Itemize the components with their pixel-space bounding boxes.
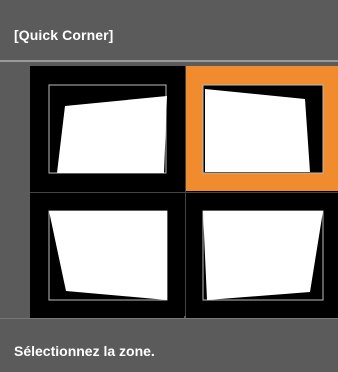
zone-bottom-right[interactable] [186,193,338,318]
keystone-preview-bottom-left-icon [48,210,168,301]
zone-top-right[interactable] [186,66,338,191]
instruction-text: Sélectionnez la zone. [14,343,155,359]
quick-corner-panel: [Quick Corner] Sélectionnez la zone. [0,0,338,372]
zone-top-left[interactable] [30,66,184,191]
grid-divider-vertical [185,66,186,316]
zone-bottom-left[interactable] [30,193,184,318]
keystone-preview-top-right-icon [202,84,324,174]
panel-title: [Quick Corner] [14,27,114,43]
zone-grid [30,66,338,318]
keystone-preview-top-left-icon [48,84,167,174]
grid-divider-horizontal [30,192,338,193]
footer-divider [0,318,338,319]
keystone-preview-bottom-right-icon [202,210,324,301]
title-divider [0,60,338,62]
